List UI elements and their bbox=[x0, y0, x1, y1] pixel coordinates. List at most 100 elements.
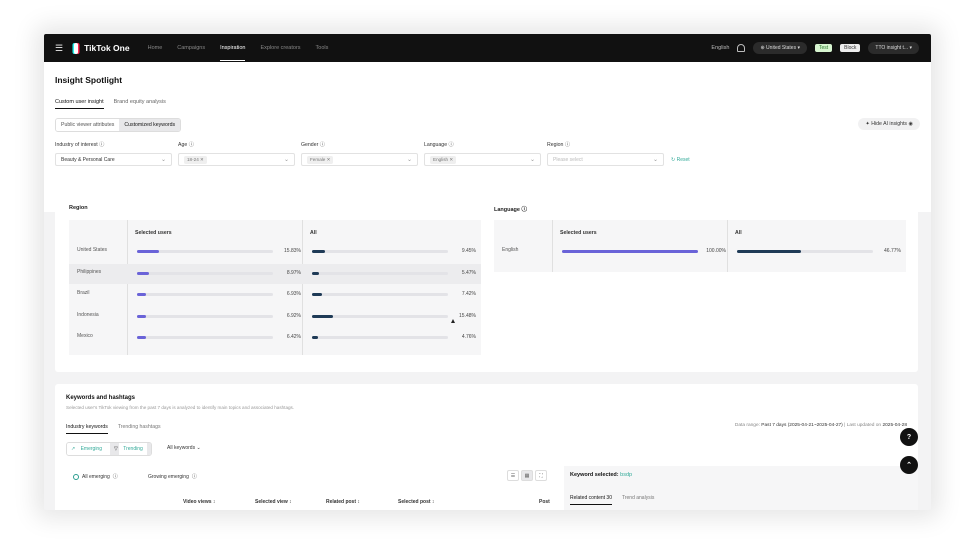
top-navigation-bar: ☰ TikTok One Home Campaigns Inspiration … bbox=[44, 34, 931, 62]
tab-trend-analysis[interactable]: Trend analysis bbox=[622, 495, 654, 505]
info-icon: ⓘ bbox=[448, 142, 454, 148]
all-users-percent: 15.48% bbox=[459, 312, 476, 319]
all-users-percent: 9.45% bbox=[461, 248, 476, 254]
col-post[interactable]: Post bbox=[539, 499, 550, 505]
tab-industry-keywords[interactable]: Industry keywords bbox=[66, 424, 108, 434]
row-label: Philippines bbox=[77, 268, 102, 275]
bar-fill bbox=[312, 271, 320, 275]
region-selector-label: United States bbox=[766, 45, 797, 51]
segment-trending-label: Trending bbox=[119, 443, 147, 455]
column-divider bbox=[127, 220, 128, 355]
tiktok-logo-icon bbox=[71, 42, 81, 54]
language-switch[interactable]: English bbox=[711, 45, 729, 51]
selected-users-bar bbox=[137, 250, 273, 253]
list-view-icon[interactable]: ☰ bbox=[507, 470, 519, 481]
bar-fill bbox=[137, 314, 147, 318]
menu-icon[interactable]: ☰ bbox=[55, 43, 63, 54]
test-badge: Test bbox=[814, 44, 833, 52]
region-selector[interactable]: ⊕ United States ▾ bbox=[753, 42, 807, 54]
reset-button[interactable]: ↻ Reset bbox=[671, 157, 690, 163]
col-video-views-label: Video views bbox=[183, 499, 212, 505]
language-select[interactable]: English ✕ ⌄ bbox=[424, 153, 541, 166]
expand-icon[interactable]: ⛶ bbox=[535, 470, 547, 481]
segment-emerging[interactable]: ↗ Emerging bbox=[67, 443, 110, 455]
bar-fill bbox=[137, 271, 150, 275]
age-tag[interactable]: 18-24 ✕ bbox=[184, 155, 207, 164]
tab-related-content[interactable]: Related content 30 bbox=[570, 495, 612, 505]
hide-ai-insights-button[interactable]: ✦ Hide AI insights ◉ bbox=[858, 118, 920, 130]
segment-customized-keywords[interactable]: Customized keywords bbox=[119, 119, 181, 131]
industry-select[interactable]: Beauty & Personal Care ⌄ bbox=[55, 153, 172, 166]
keyword-detail-card: Keyword selected: bsdp Related content 3… bbox=[564, 466, 918, 510]
radio-all-emerging[interactable]: All emerging ⓘ bbox=[73, 473, 118, 480]
tab-brand-equity-analysis[interactable]: Brand equity analysis bbox=[114, 99, 166, 109]
brand-name: TikTok One bbox=[84, 43, 130, 53]
help-icon[interactable]: ? bbox=[900, 428, 918, 446]
all-users-bar bbox=[312, 336, 448, 339]
keywords-tabs: Industry keywords Trending hashtags bbox=[66, 424, 161, 434]
all-keywords-label: All keywords bbox=[167, 445, 196, 451]
selected-users-percent: 15.83% bbox=[284, 248, 301, 254]
block-badge: Block bbox=[840, 44, 861, 52]
selected-users-percent: 8.97% bbox=[286, 269, 301, 276]
language-tag[interactable]: English ✕ bbox=[430, 155, 457, 164]
selected-users-percent: 6.42% bbox=[286, 334, 301, 340]
all-users-percent: 4.76% bbox=[461, 334, 476, 340]
industry-label-text: Industry of interest bbox=[55, 142, 98, 148]
language-col-all: All bbox=[735, 230, 742, 236]
col-selected-view[interactable]: Selected view ↕ bbox=[255, 499, 292, 505]
keywords-subtitle: Selected user's TikTok viewing from the … bbox=[66, 405, 295, 410]
nav-inspiration[interactable]: Inspiration bbox=[220, 45, 246, 61]
grid-view-icon[interactable]: ▦ bbox=[521, 470, 533, 481]
radio-growing-emerging[interactable]: Growing emerging ⓘ bbox=[148, 473, 197, 481]
region-select[interactable]: Please select ⌄ bbox=[547, 153, 664, 166]
nav-campaigns[interactable]: Campaigns bbox=[177, 45, 205, 51]
row-label: Indonesia bbox=[77, 311, 99, 318]
keyword-selected: Keyword selected: bsdp bbox=[570, 472, 632, 478]
bell-icon[interactable] bbox=[737, 44, 746, 52]
account-menu[interactable]: TTO insight t... ▾ bbox=[868, 42, 919, 54]
keywords-panel: Keywords and hashtags Selected user's Ti… bbox=[55, 384, 918, 510]
chevron-down-icon: ⌄ bbox=[160, 157, 166, 163]
nav-explore-creators[interactable]: Explore creators bbox=[260, 45, 300, 51]
column-divider bbox=[727, 220, 728, 272]
brand-logo[interactable]: TikTok One bbox=[71, 42, 130, 54]
selected-users-bar bbox=[137, 293, 273, 296]
chevron-down-icon: ⌄ bbox=[283, 157, 289, 163]
bar-fill bbox=[137, 250, 159, 253]
page-title: Insight Spotlight bbox=[55, 75, 123, 85]
nav-home[interactable]: Home bbox=[148, 45, 163, 51]
info-icon: ⓘ bbox=[99, 142, 105, 148]
col-selected-post[interactable]: Selected post ↕ bbox=[398, 499, 434, 505]
all-keywords-dropdown[interactable]: All keywords ⌄ bbox=[167, 445, 201, 451]
view-toggle: ☰ ▦ ⛶ bbox=[507, 470, 547, 481]
industry-label: Industry of interest ⓘ bbox=[55, 141, 104, 148]
segment-trending[interactable]: ▽ Trending bbox=[110, 443, 151, 455]
tab-trending-hashtags[interactable]: Trending hashtags bbox=[118, 424, 161, 434]
chevron-down-icon: ⌄ bbox=[652, 157, 658, 163]
age-select[interactable]: 18-24 ✕ ⌄ bbox=[178, 153, 295, 166]
gender-tag[interactable]: Female ✕ bbox=[307, 155, 334, 164]
region-col-all: All bbox=[310, 230, 317, 236]
bar-fill bbox=[137, 336, 146, 339]
info-icon: ⓘ bbox=[319, 142, 325, 148]
keyword-selected-value[interactable]: bsdp bbox=[620, 472, 632, 478]
scroll-to-top-icon[interactable]: ⌃ bbox=[900, 456, 918, 474]
selected-users-percent: 100.00% bbox=[706, 248, 726, 254]
attribute-segment-control: Public viewer attributes Customized keyw… bbox=[55, 118, 182, 132]
selected-users-bar bbox=[562, 250, 698, 253]
all-users-bar bbox=[312, 314, 448, 318]
language-table: Selected users All English 100.00% 46.77% bbox=[494, 220, 906, 272]
keyword-detail-tabs: Related content 30 Trend analysis bbox=[570, 495, 654, 505]
language-label: Language ⓘ bbox=[424, 141, 454, 148]
col-related-post[interactable]: Related post ↕ bbox=[326, 499, 360, 505]
language-section-title: Language ⓘ bbox=[494, 205, 527, 213]
trend-segment-control: ↗ Emerging ▽ Trending bbox=[66, 442, 152, 456]
col-video-views[interactable]: Video views ↕ bbox=[183, 499, 215, 505]
segment-public-viewer-attributes[interactable]: Public viewer attributes bbox=[56, 119, 120, 131]
nav-tools[interactable]: Tools bbox=[316, 45, 329, 51]
gender-select[interactable]: Female ✕ ⌄ bbox=[301, 153, 418, 166]
bar-fill bbox=[312, 314, 334, 318]
column-divider bbox=[552, 220, 553, 272]
tab-custom-user-insight[interactable]: Custom user insight bbox=[55, 99, 104, 109]
